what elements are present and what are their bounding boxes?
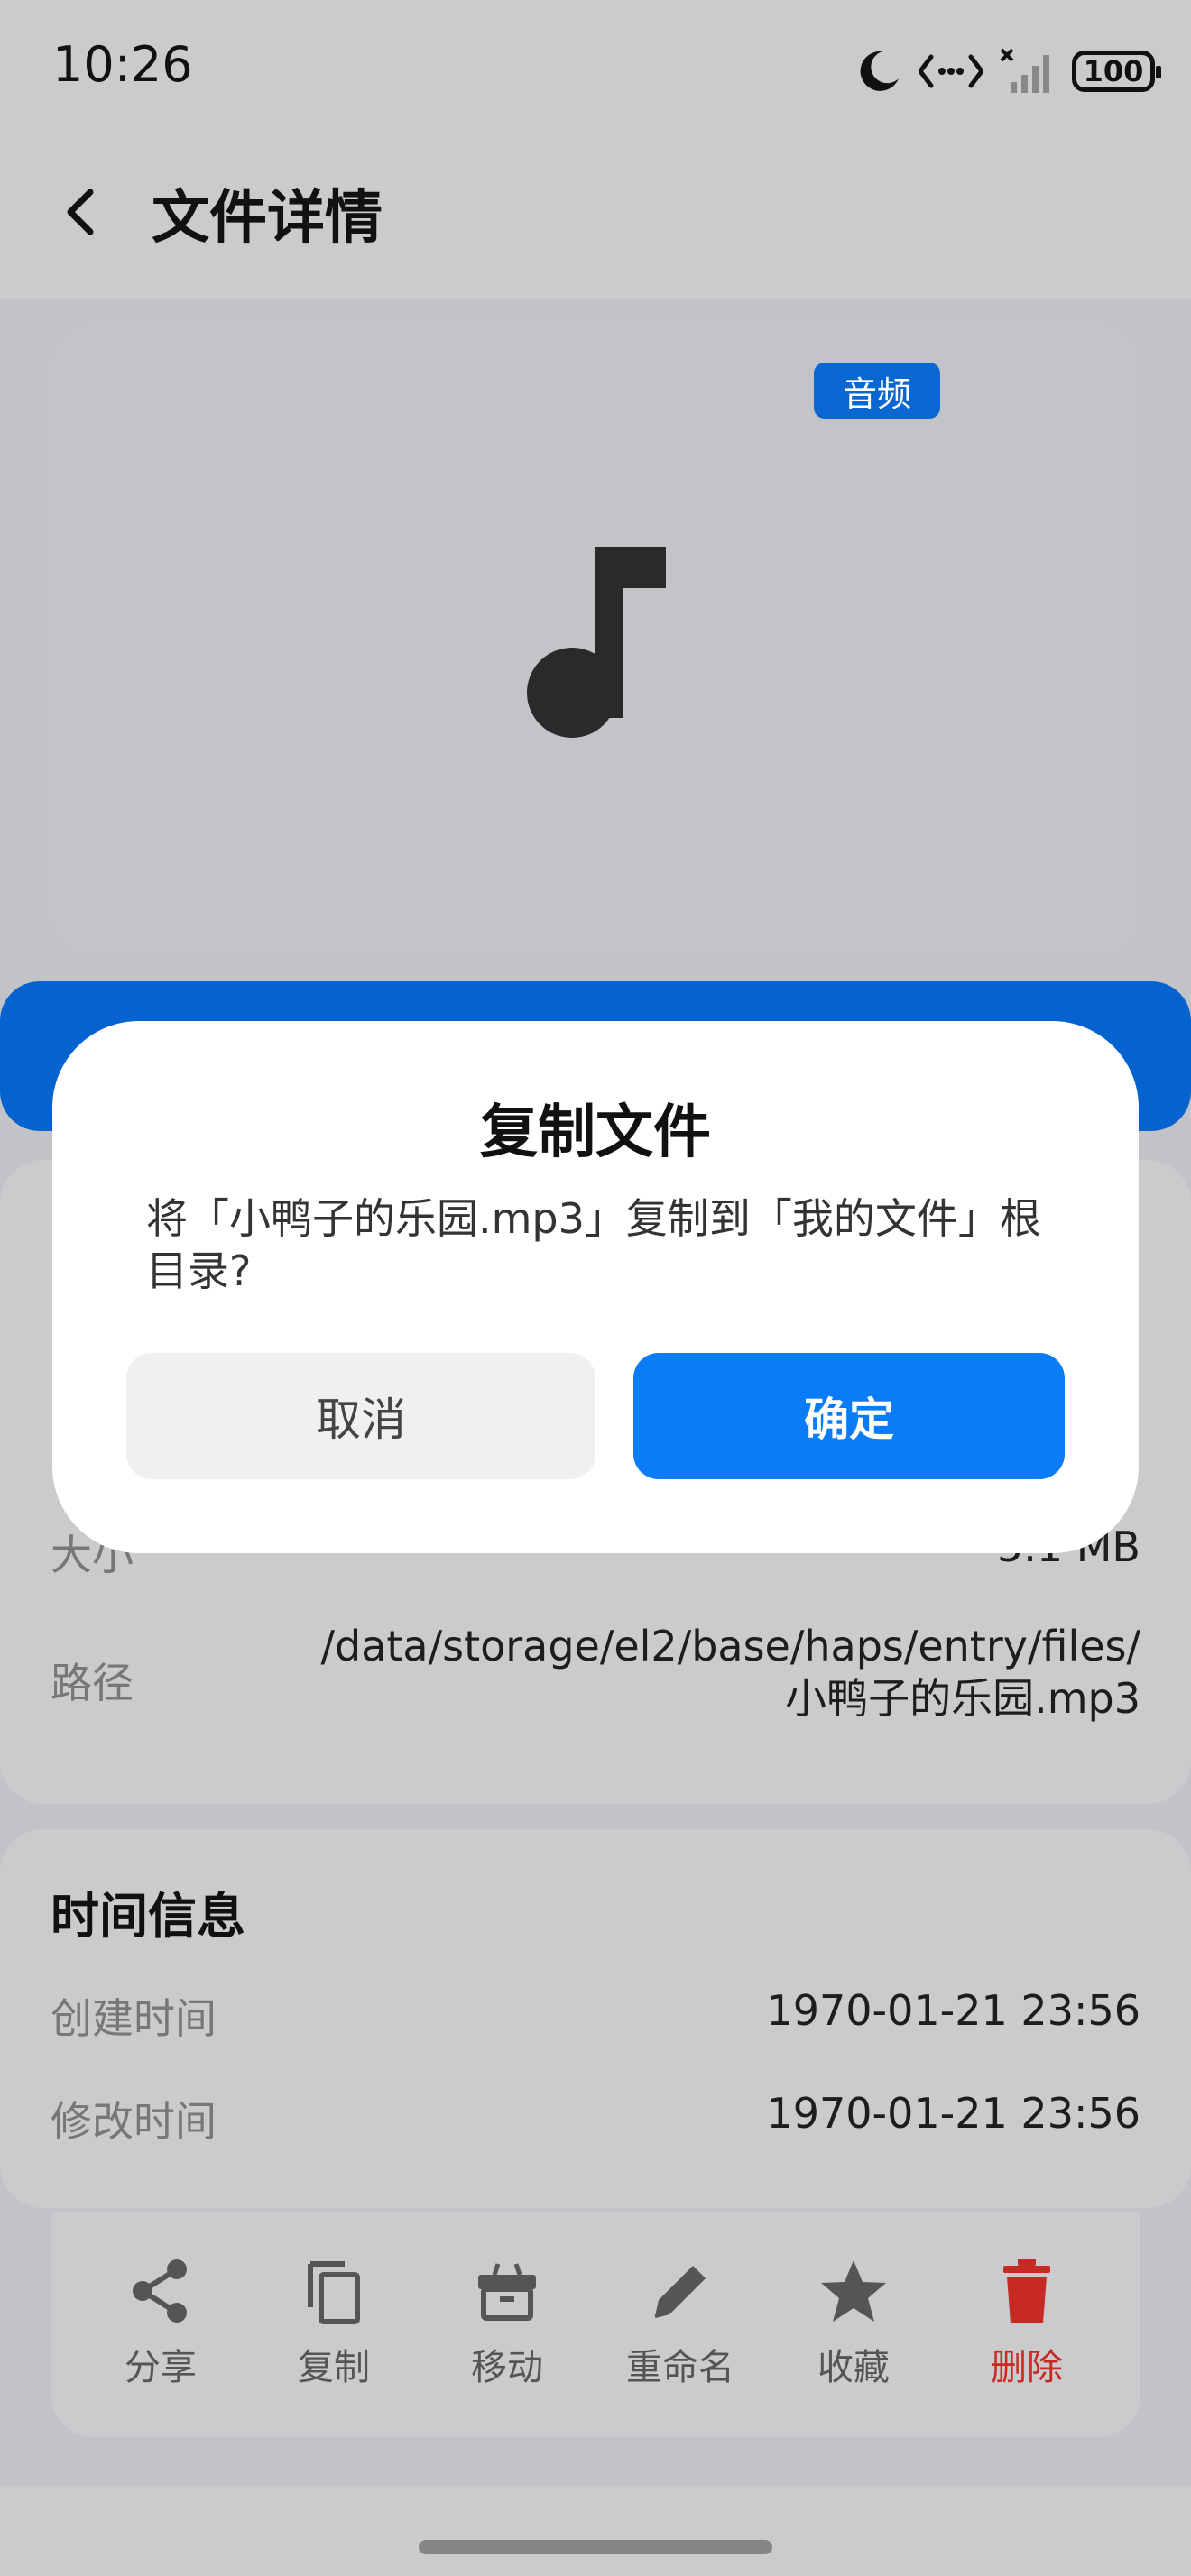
rename-label: 重命名 bbox=[626, 2347, 734, 2388]
back-button[interactable] bbox=[54, 171, 108, 253]
pencil-icon bbox=[654, 2266, 706, 2318]
time-info-title: 时间信息 bbox=[51, 1888, 245, 1945]
trash-icon bbox=[1003, 2259, 1050, 2323]
share-button[interactable]: 分享 bbox=[79, 2255, 242, 2390]
delete-button[interactable]: 删除 bbox=[946, 2255, 1108, 2390]
favorite-button[interactable]: 收藏 bbox=[772, 2255, 935, 2390]
share-icon bbox=[133, 2259, 187, 2323]
status-time: 10:26 bbox=[52, 36, 193, 93]
battery-level: 100 bbox=[1083, 54, 1144, 88]
no-signal-icon bbox=[1000, 48, 1049, 93]
navigation-bar bbox=[0, 2486, 1191, 2576]
file-type-badge: 音频 bbox=[814, 363, 940, 419]
created-time-value: 1970-01-21 23:56 bbox=[766, 1986, 1140, 2035]
dialog-message: 将「小鸭子的乐园.mp3」复制到「我的文件」根目录? bbox=[146, 1194, 1041, 1295]
created-time-label: 创建时间 bbox=[51, 1994, 217, 2043]
chevron-left-icon bbox=[67, 189, 94, 235]
copy-label: 复制 bbox=[298, 2347, 370, 2388]
copy-icon bbox=[308, 2261, 360, 2324]
home-indicator[interactable] bbox=[419, 2540, 772, 2554]
share-label: 分享 bbox=[125, 2347, 197, 2388]
move-icon bbox=[478, 2263, 536, 2321]
music-note-icon bbox=[527, 547, 666, 738]
page-title: 文件详情 bbox=[152, 185, 383, 252]
modified-time-value: 1970-01-21 23:56 bbox=[766, 2089, 1140, 2138]
status-icons: 100 bbox=[855, 40, 1161, 103]
rename-button[interactable]: 重命名 bbox=[599, 2255, 762, 2390]
data-transfer-icon bbox=[919, 54, 983, 88]
cancel-button[interactable]: 取消 bbox=[126, 1353, 596, 1479]
path-value-line-2: 小鸭子的乐园.mp3 bbox=[785, 1674, 1140, 1723]
dialog-title: 复制文件 bbox=[480, 1099, 711, 1166]
confirm-button[interactable]: 确定 bbox=[633, 1353, 1065, 1479]
move-button[interactable]: 移动 bbox=[426, 2255, 588, 2390]
modified-time-label: 修改时间 bbox=[51, 2097, 217, 2146]
path-value: /data/storage/el2/base/haps/entry/files/… bbox=[256, 1620, 1141, 1725]
delete-label: 删除 bbox=[991, 2347, 1063, 2388]
path-value-line-1: /data/storage/el2/base/haps/entry/files/ bbox=[320, 1622, 1141, 1670]
path-label: 路径 bbox=[51, 1659, 134, 1707]
battery-icon: 100 bbox=[1072, 51, 1161, 92]
star-icon bbox=[821, 2260, 886, 2322]
favorite-label: 收藏 bbox=[817, 2347, 890, 2388]
copy-button[interactable]: 复制 bbox=[253, 2255, 415, 2390]
moon-icon bbox=[860, 51, 899, 91]
move-label: 移动 bbox=[471, 2347, 543, 2388]
